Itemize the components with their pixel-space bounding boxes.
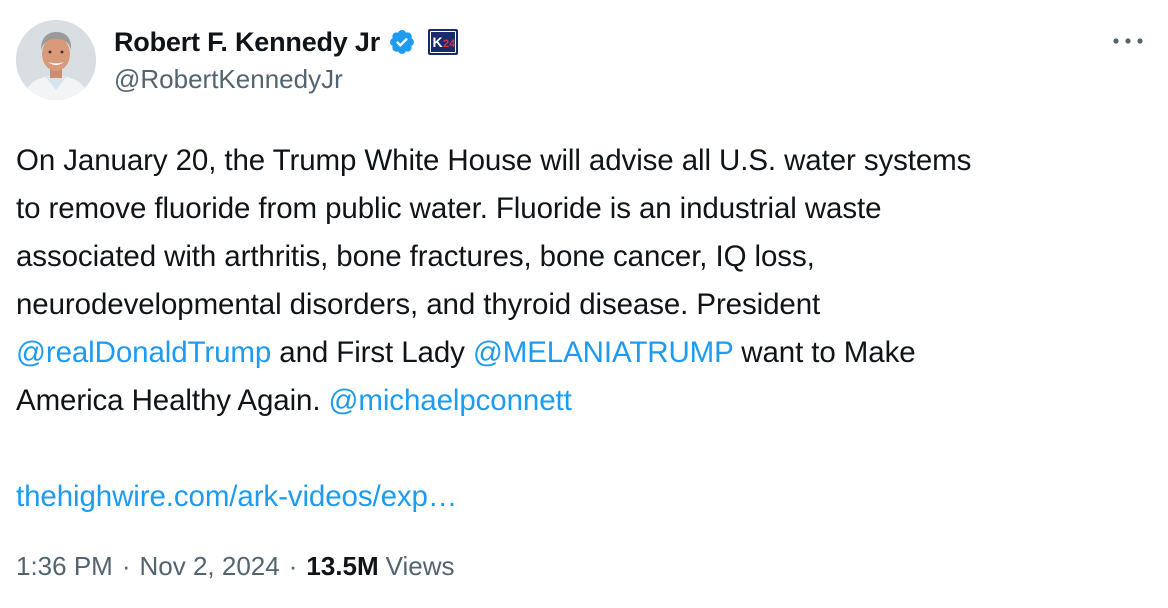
mention-link[interactable]: @realDonaldTrump (16, 336, 271, 369)
tweet-text-segment: to remove fluoride from public water. Fl… (16, 192, 882, 225)
tweet-meta: 1:36 PM · Nov 2, 2024 · 13.5M Views (16, 551, 455, 582)
tweet-text-segment: and First Lady (271, 336, 473, 369)
tweet-line (16, 425, 1156, 473)
tweet-line: neurodevelopmental disorders, and thyroi… (16, 281, 1156, 329)
verified-badge-icon[interactable] (388, 28, 416, 56)
tweet-text-segment: neurodevelopmental disorders, and thyroi… (16, 288, 821, 321)
tweet-line: thehighwire.com/ark-videos/exp… (16, 473, 1156, 521)
tweet-card: Robert F. Kennedy Jr K 24 @RobertKennedy… (0, 0, 1168, 608)
meta-separator: · (121, 551, 131, 581)
tweet-text-segment: On January 20, the Trump White House wil… (16, 144, 972, 177)
tweet-line: @realDonaldTrump and First Lady @MELANIA… (16, 329, 1156, 377)
tweet-text: On January 20, the Trump White House wil… (16, 137, 1156, 521)
handle[interactable]: @RobertKennedyJr (114, 64, 458, 95)
avatar-image (16, 20, 96, 100)
avatar[interactable] (16, 20, 96, 100)
mention-link[interactable]: @MELANIATRUMP (473, 336, 733, 369)
tweet-text-segment: want to Make (733, 336, 916, 369)
tweet-time[interactable]: 1:36 PM (16, 551, 113, 582)
tweet-date[interactable]: Nov 2, 2024 (140, 551, 280, 582)
tweet-line: America Healthy Again. @michaelpconnett (16, 377, 1156, 425)
tweet-line: On January 20, the Trump White House wil… (16, 137, 1156, 185)
name-row: Robert F. Kennedy Jr K 24 (114, 24, 459, 60)
svg-text:24: 24 (443, 38, 456, 50)
views-count: 13.5M (306, 551, 379, 581)
author-block: Robert F. Kennedy Jr K 24 @RobertKennedy… (114, 24, 459, 95)
external-link[interactable]: thehighwire.com/ark-videos/exp… (16, 480, 457, 513)
meta-separator: · (288, 551, 298, 581)
display-name[interactable]: Robert F. Kennedy Jr (114, 27, 380, 58)
tweet-line: associated with arthritis, bone fracture… (16, 233, 1156, 281)
affiliate-badge-icon[interactable]: K 24 (428, 29, 459, 55)
svg-text:K: K (433, 34, 443, 50)
mention-link[interactable]: @michaelpconnett (329, 384, 572, 417)
tweet-text-segment: America Healthy Again. (16, 384, 329, 417)
more-horizontal-icon[interactable] (1110, 34, 1146, 48)
tweet-text-segment: associated with arthritis, bone fracture… (16, 240, 815, 273)
views-label: Views (385, 551, 455, 581)
tweet-line: to remove fluoride from public water. Fl… (16, 185, 1156, 233)
